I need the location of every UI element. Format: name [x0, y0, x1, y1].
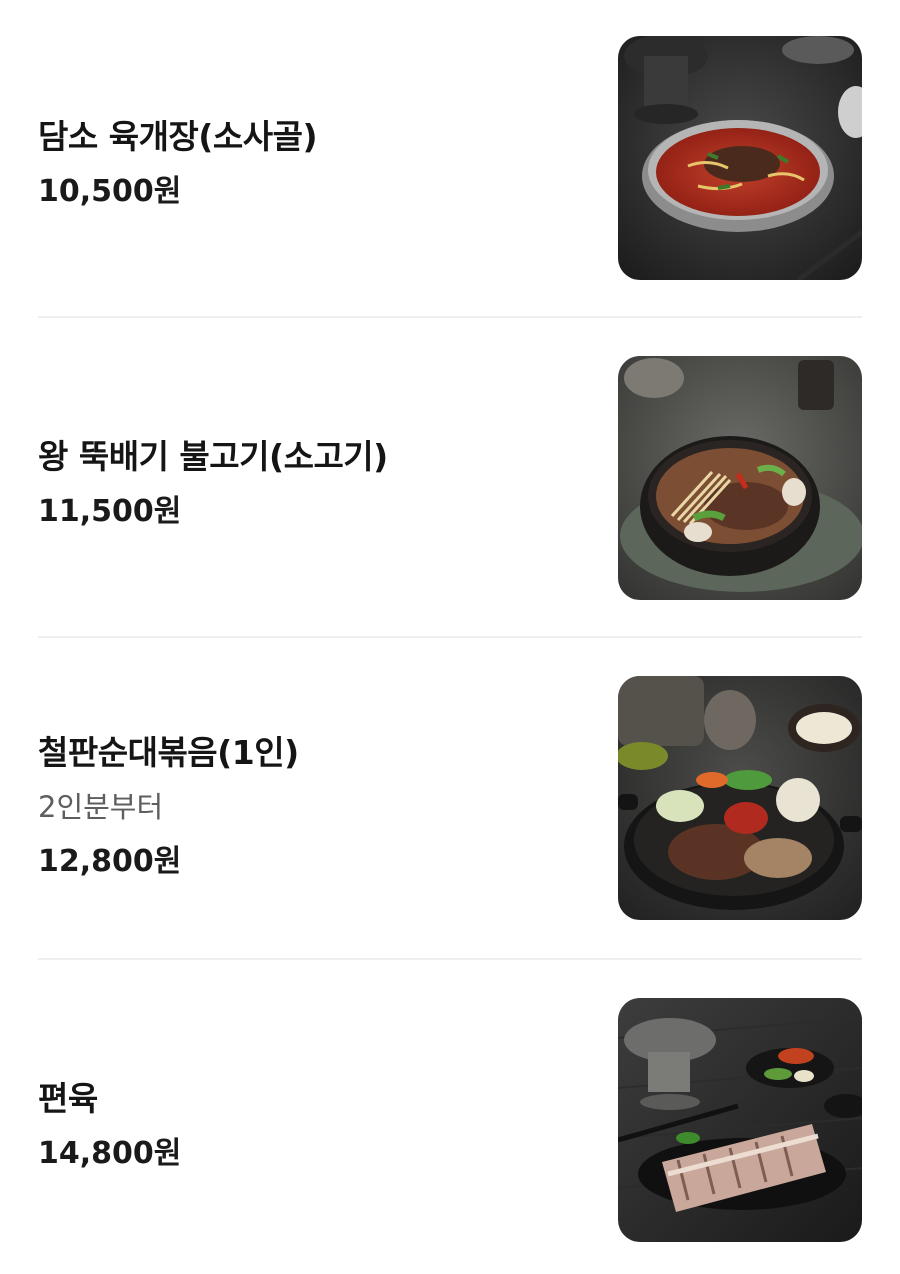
sundae-bokkeum-photo[interactable]	[618, 676, 862, 920]
menu-item-info: 담소 육개장(소사골) 10,500원	[38, 0, 598, 320]
menu-item-price: 10,500원	[38, 174, 182, 209]
menu-item-price: 11,500원	[38, 494, 182, 529]
menu-item-name: 철판순대볶음(1인)	[38, 733, 299, 772]
menu-item-bulgogi[interactable]: 왕 뚝배기 불고기(소고기) 11,500원	[38, 320, 862, 640]
menu-item-name: 담소 육개장(소사골)	[38, 117, 318, 156]
menu-item-name: 편육	[38, 1079, 98, 1118]
menu-item-name: 왕 뚝배기 불고기(소고기)	[38, 437, 388, 476]
menu-item-info: 편육 14,800원	[38, 962, 598, 1274]
menu-item-info: 왕 뚝배기 불고기(소고기) 11,500원	[38, 320, 598, 640]
divider	[38, 316, 862, 318]
menu-item-yukgaejang[interactable]: 담소 육개장(소사골) 10,500원	[38, 0, 862, 320]
menu-item-price: 12,800원	[38, 844, 182, 879]
pyeonyuk-photo[interactable]	[618, 998, 862, 1242]
divider	[38, 958, 862, 960]
menu-list: 담소 육개장(소사골) 10,500원 왕 뚝배기 불고기(소고기) 11,50…	[0, 0, 900, 1274]
menu-item-info: 철판순대볶음(1인) 2인분부터 12,800원	[38, 640, 598, 960]
menu-item-description: 2인분부터	[38, 790, 164, 824]
menu-item-sundae-bokkeum[interactable]: 철판순대볶음(1인) 2인분부터 12,800원	[38, 640, 862, 960]
yukgaejang-photo[interactable]	[618, 36, 862, 280]
menu-item-pyeonyuk[interactable]: 편육 14,800원	[38, 962, 862, 1274]
bulgogi-photo[interactable]	[618, 356, 862, 600]
divider	[38, 636, 862, 638]
menu-item-price: 14,800원	[38, 1136, 182, 1171]
